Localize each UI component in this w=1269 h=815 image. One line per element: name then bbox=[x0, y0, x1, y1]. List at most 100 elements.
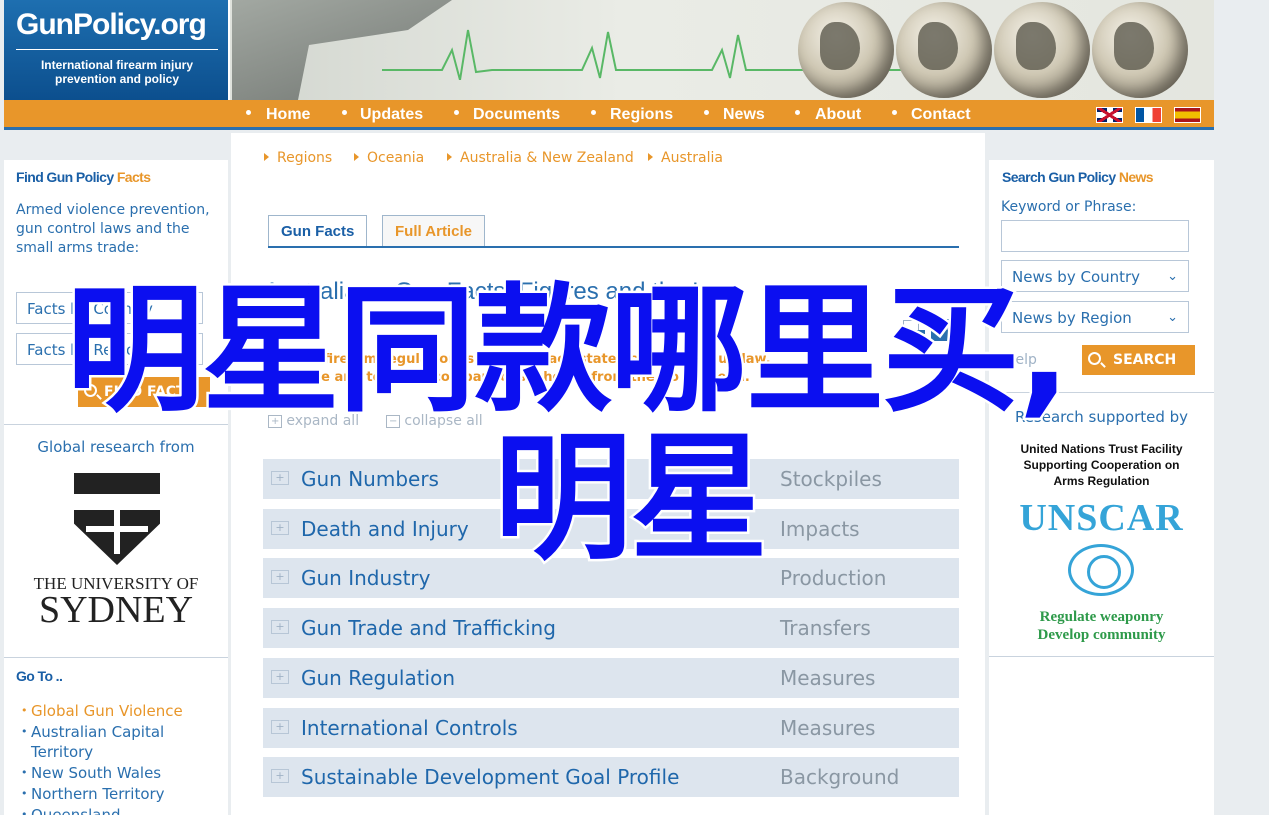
nav-about[interactable]: About bbox=[815, 106, 861, 124]
breadcrumb-item[interactable]: Regions bbox=[264, 150, 332, 166]
tab-full-article[interactable]: Full Article bbox=[382, 215, 485, 247]
search-news-title-a: Search Gun Policy bbox=[1002, 169, 1119, 185]
goto-item[interactable]: New South Wales bbox=[21, 763, 161, 783]
topic-category: Measures bbox=[780, 666, 876, 690]
expand-icon: + bbox=[271, 720, 289, 734]
topic-category: Transfers bbox=[780, 616, 871, 640]
chevron-down-icon: ⌄ bbox=[1167, 310, 1178, 325]
overlay-headline-line2: 明星 bbox=[491, 418, 770, 579]
un-trust-text: United Nations Trust Facility Supporting… bbox=[1020, 442, 1183, 488]
nav-bullet bbox=[795, 110, 800, 115]
divider bbox=[4, 657, 228, 658]
logo-subtitle: International firearm injury prevention … bbox=[16, 58, 218, 86]
topic-category: Background bbox=[780, 765, 900, 789]
expand-icon: + bbox=[271, 521, 289, 535]
site-header: GunPolicy.org International firearm inju… bbox=[4, 0, 1214, 100]
breadcrumb-item[interactable]: Australia & New Zealand bbox=[447, 150, 634, 166]
nav-bullet bbox=[704, 110, 709, 115]
topic-category: Measures bbox=[780, 716, 876, 740]
expand-icon: + bbox=[271, 769, 289, 783]
topic-row[interactable]: + Sustainable Development Goal Profile Bac… bbox=[263, 757, 959, 797]
expand-icon: + bbox=[271, 620, 289, 634]
find-facts-title-b: Facts bbox=[116, 169, 151, 185]
crest-cross bbox=[114, 510, 120, 554]
search-news-title: Search Gun Policy News bbox=[1002, 169, 1154, 185]
breadcrumb-item[interactable]: Australia bbox=[648, 150, 723, 166]
topic-name: Gun Industry bbox=[301, 566, 431, 590]
search-button-label: SEARCH bbox=[1113, 352, 1177, 368]
nav-bullet bbox=[454, 110, 459, 115]
university-name-line2: SYDNEY bbox=[38, 589, 194, 631]
tab-gun-facts[interactable]: Gun Facts bbox=[268, 215, 368, 247]
logo-title: GunPolicy.org bbox=[16, 8, 207, 41]
crest-band bbox=[74, 494, 160, 510]
chevron-down-icon: ⌄ bbox=[1167, 269, 1178, 284]
topic-category: Stockpiles bbox=[780, 467, 882, 491]
chevron-right-icon bbox=[648, 153, 653, 161]
logo-subtitle-line2: prevention and policy bbox=[54, 72, 180, 86]
logo-subtitle-line1: International firearm injury bbox=[40, 58, 194, 72]
globe-image bbox=[896, 2, 992, 98]
search-news-title-b: News bbox=[1118, 169, 1154, 185]
breadcrumb-item[interactable]: Oceania bbox=[354, 150, 424, 166]
keyword-input[interactable] bbox=[1001, 220, 1189, 252]
nav-regions[interactable]: Regions bbox=[610, 106, 673, 124]
find-facts-title-a: Find Gun Policy bbox=[16, 169, 117, 185]
unscar-logo-text: UNSCAR bbox=[1019, 497, 1184, 539]
topic-name: Sustainable Development Goal Profile bbox=[301, 765, 680, 789]
right-sidebar: Search Gun Policy News Keyword or Phrase… bbox=[989, 160, 1214, 815]
nav-contact[interactable]: Contact bbox=[911, 106, 971, 124]
site-logo[interactable]: GunPolicy.org International firearm inju… bbox=[4, 0, 230, 100]
search-button[interactable]: SEARCH bbox=[1082, 345, 1195, 375]
crest-cross bbox=[86, 526, 148, 532]
nav-bullet bbox=[591, 110, 596, 115]
chevron-right-icon bbox=[264, 153, 269, 161]
goto-item[interactable]: Australian Capital Territory bbox=[21, 722, 211, 762]
nav-documents[interactable]: Documents bbox=[473, 106, 560, 124]
chevron-right-icon bbox=[447, 153, 452, 161]
spain-flag-icon[interactable] bbox=[1174, 107, 1201, 123]
goto-title: Go To .. bbox=[16, 668, 63, 684]
unscar-motto: Regulate weaponry Develop community bbox=[1037, 609, 1166, 643]
topic-row[interactable]: + Gun Regulation Measures bbox=[263, 658, 959, 698]
topic-row[interactable]: + International Controls Measures bbox=[263, 708, 959, 748]
main-nav: Home Updates Documents Regions News Abou… bbox=[4, 100, 1214, 130]
goto-item[interactable]: Northern Territory bbox=[21, 784, 165, 804]
nav-home[interactable]: Home bbox=[266, 106, 310, 124]
page: GunPolicy.org International firearm inju… bbox=[0, 0, 1269, 815]
france-flag-icon[interactable] bbox=[1135, 107, 1162, 123]
un-emblem-icon bbox=[1068, 544, 1134, 596]
research-from-text: Global research from bbox=[37, 438, 195, 456]
find-facts-title: Find Gun Policy Facts bbox=[16, 169, 151, 185]
topic-category: Production bbox=[780, 566, 887, 590]
keyword-label: Keyword or Phrase: bbox=[1001, 199, 1137, 215]
expand-icon: + bbox=[271, 471, 289, 485]
nav-news[interactable]: News bbox=[723, 106, 765, 124]
nav-bullet bbox=[246, 110, 251, 115]
chevron-right-icon bbox=[354, 153, 359, 161]
globe-image bbox=[994, 2, 1090, 98]
expand-icon: + bbox=[271, 670, 289, 684]
search-icon bbox=[1088, 352, 1101, 365]
expand-icon: + bbox=[271, 570, 289, 584]
nav-updates[interactable]: Updates bbox=[360, 106, 423, 124]
topic-name: Gun Trade and Trafficking bbox=[301, 616, 556, 640]
topic-name: Gun Regulation bbox=[301, 666, 456, 690]
left-sidebar: Find Gun Policy Facts Armed violence pre… bbox=[4, 160, 228, 815]
globe-image bbox=[1092, 2, 1188, 98]
topic-name: International Controls bbox=[301, 716, 518, 740]
goto-item[interactable]: Global Gun Violence bbox=[21, 701, 183, 721]
topic-name: Death and Injury bbox=[301, 517, 469, 541]
tab-underline bbox=[268, 246, 959, 248]
header-banner bbox=[232, 0, 1214, 100]
overlay-headline-line1: 明星同款哪里买, bbox=[63, 270, 1072, 431]
divider bbox=[989, 656, 1214, 657]
topic-row[interactable]: + Gun Trade and Trafficking Transfers bbox=[263, 608, 959, 648]
topic-name: Gun Numbers bbox=[301, 467, 439, 491]
logo-divider bbox=[16, 49, 218, 50]
intro-text: Armed violence prevention, gun control l… bbox=[16, 202, 210, 256]
uk-flag-icon[interactable] bbox=[1096, 107, 1123, 123]
nav-bullet bbox=[342, 110, 347, 115]
goto-item[interactable]: Queensland bbox=[21, 805, 121, 815]
nav-bullet bbox=[892, 110, 897, 115]
